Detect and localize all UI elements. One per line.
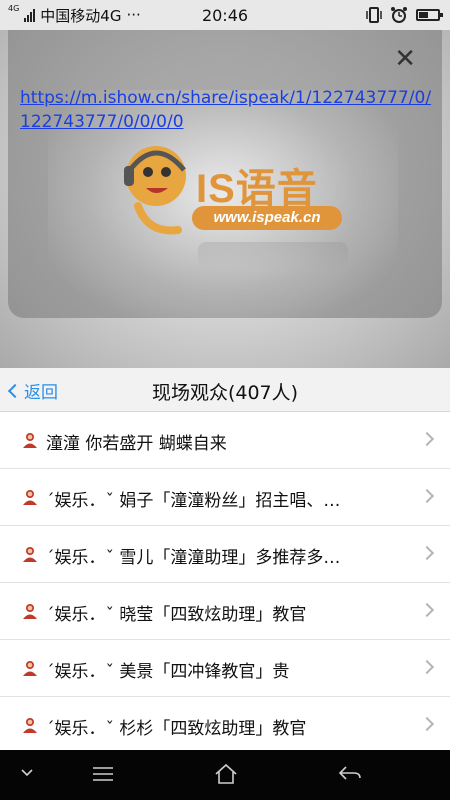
list-item-label: ˊ娱乐．ˇ 美景「四冲锋教官」贵 [46,662,290,682]
user-icon [23,433,37,448]
audience-list: 潼潼 你若盛开 蝴蝶自来 ˊ娱乐．ˇ 娟子「潼潼粉丝」招主唱、… ˊ娱乐．ˇ 雪… [0,412,450,754]
user-icon [23,547,37,562]
list-item[interactable]: 潼潼 你若盛开 蝴蝶自来 [0,412,450,469]
list-item[interactable]: ˊ娱乐．ˇ 杉杉「四致炫助理」教官 [0,697,450,754]
collapse-icon[interactable] [20,768,34,778]
logo-reflection [198,242,348,270]
list-item[interactable]: ˊ娱乐．ˇ 娟子「潼潼粉丝」招主唱、… [0,469,450,526]
user-icon [23,604,37,619]
list-item-label: ˊ娱乐．ˇ 晓莹「四致炫助理」教官 [46,605,307,625]
share-popup: ✕ https://m.ishow.cn/share/ispeak/1/1227… [8,30,442,318]
chevron-right-icon [419,431,435,447]
list-item[interactable]: ˊ娱乐．ˇ 雪儿「潼潼助理」多推荐多… [0,526,450,583]
chevron-right-icon [419,545,435,561]
status-right [366,6,443,24]
list-item[interactable]: ˊ娱乐．ˇ 美景「四冲锋教官」贵 [0,640,450,697]
chevron-right-icon [419,716,435,732]
chevron-right-icon [419,488,435,504]
system-nav-bar [0,750,450,800]
status-left: 4G 中国移动4G ··· [0,5,141,26]
status-dots: ··· [126,6,141,24]
chevron-left-icon [7,383,23,398]
user-icon [23,718,37,733]
list-item[interactable]: ˊ娱乐．ˇ 晓莹「四致炫助理」教官 [0,583,450,640]
carrier-label: 中国移动4G [40,6,122,25]
chevron-right-icon [419,602,435,618]
vibrate-icon [366,7,382,23]
back-icon[interactable] [338,764,362,782]
close-icon[interactable]: ✕ [394,46,416,72]
list-item-label: ˊ娱乐．ˇ 杉杉「四致炫助理」教官 [46,719,307,739]
back-label: 返回 [24,383,58,403]
battery-icon [416,9,443,21]
status-bar: 4G 中国移动4G ··· 20:46 [0,0,450,30]
user-icon [23,490,37,505]
ispeak-logo: IS语音 www.ispeak.cn [118,134,348,274]
back-button[interactable]: 返回 [6,378,58,403]
list-item-label: ˊ娱乐．ˇ 雪儿「潼潼助理」多推荐多… [46,548,341,568]
menu-icon[interactable] [92,766,114,782]
alarm-icon [391,7,407,23]
page-title: 现场观众(407人) [151,382,299,404]
share-link[interactable]: https://m.ishow.cn/share/ispeak/1/122743… [20,86,440,134]
nav-header: 返回 现场观众(407人) [0,368,450,412]
logo-url: www.ispeak.cn [192,206,342,230]
home-icon[interactable] [214,763,238,785]
user-icon [23,661,37,676]
signal-icon [24,8,36,22]
chevron-right-icon [419,659,435,675]
logo-mascot-icon [124,146,186,235]
list-item-label: 潼潼 你若盛开 蝴蝶自来 [46,434,227,454]
list-item-label: ˊ娱乐．ˇ 娟子「潼潼粉丝」招主唱、… [46,491,341,511]
network-type-small: 4G [8,4,20,13]
